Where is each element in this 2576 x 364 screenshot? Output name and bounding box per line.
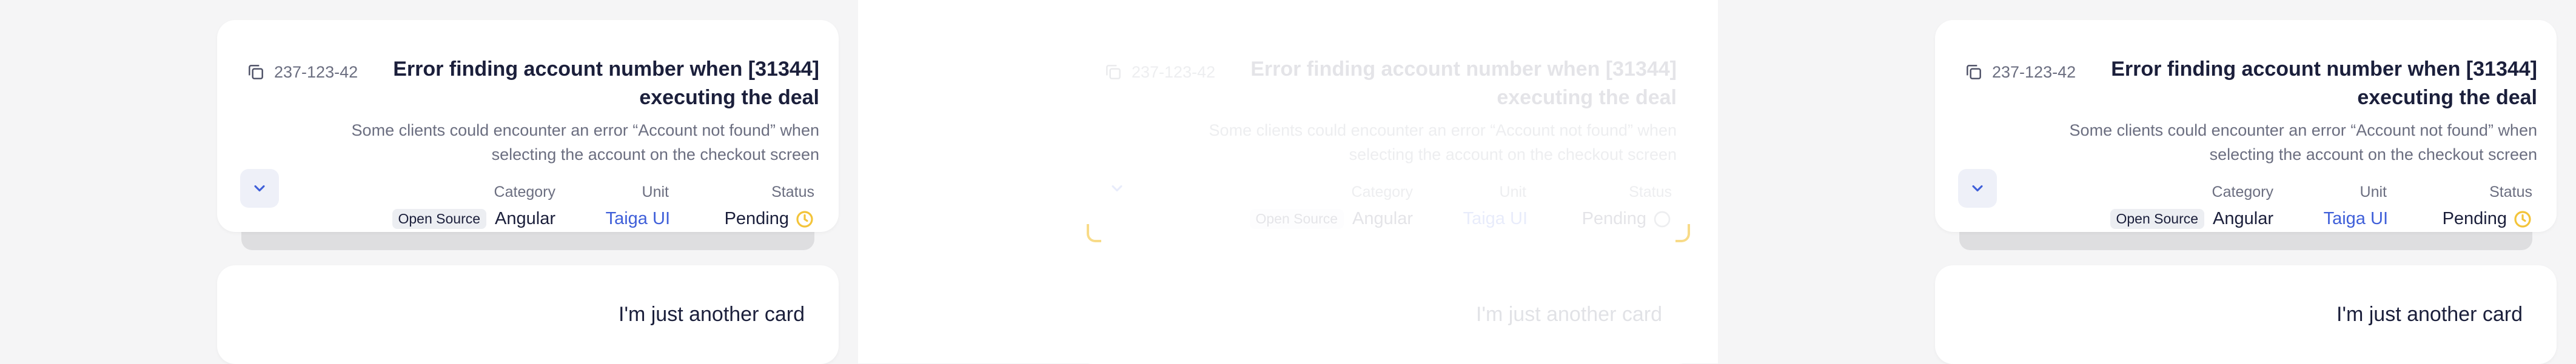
- status-value: Pending: [725, 209, 814, 229]
- issue-description: Some clients could encounter an error “A…: [2069, 121, 2537, 164]
- category-label: Category: [1351, 184, 1413, 200]
- card-stack: 237-123-42 Error finding account number …: [217, 20, 839, 364]
- issue-title: Error finding account number when [31344…: [1250, 58, 1677, 109]
- category-text: Angular: [2213, 209, 2273, 228]
- category-text: Angular: [1352, 209, 1413, 228]
- clock-icon: [2514, 210, 2531, 228]
- copy-id[interactable]: 237-123-42: [246, 62, 358, 82]
- status-text: Pending: [2442, 209, 2507, 228]
- unit-label: Unit: [1499, 184, 1526, 200]
- unit-label: Unit: [642, 184, 669, 200]
- expand-button[interactable]: [240, 169, 279, 208]
- category-label: Category: [2212, 184, 2273, 200]
- copy-id[interactable]: 237-123-42: [1964, 62, 2076, 82]
- copy-icon[interactable]: [1964, 62, 1984, 82]
- expand-button[interactable]: [1958, 169, 1997, 208]
- copy-icon[interactable]: [246, 62, 266, 82]
- status-label: Status: [2489, 184, 2532, 200]
- expand-button: [1098, 169, 1136, 208]
- another-card[interactable]: I'm just another card: [217, 265, 839, 364]
- issue-card-faded: 237-123-42 Error finding account number …: [1075, 20, 1696, 232]
- another-card-text: I'm just another card: [619, 303, 805, 326]
- panel-right: 237-123-42 Error finding account number …: [1718, 0, 2576, 364]
- chevron-down-icon: [1112, 185, 1122, 192]
- category-tag: Open Source: [392, 209, 487, 229]
- issue-card[interactable]: 237-123-42 Error finding account number …: [1935, 20, 2557, 232]
- unit-link[interactable]: Taiga UI: [606, 209, 670, 229]
- status-text: Pending: [1581, 209, 1646, 228]
- status-text: Pending: [724, 209, 789, 228]
- issue-title: Error finding account number when [31344…: [2111, 58, 2537, 109]
- issue-code: 237-123-42: [1132, 62, 1216, 81]
- card-expand-shadow: [1959, 232, 2532, 250]
- category-value: Open Source Angular: [2110, 209, 2273, 229]
- loading-corner-left: [1087, 224, 1101, 242]
- chevron-down-icon: [1972, 185, 1983, 192]
- loading-corner-right: [1675, 224, 1690, 242]
- another-card[interactable]: I'm just another card: [1935, 265, 2557, 364]
- panel-middle: 237-123-42 Error finding account number …: [858, 0, 1718, 364]
- category-value: Open Source Angular: [1249, 209, 1413, 229]
- status-label: Status: [771, 184, 814, 200]
- issue-code: 237-123-42: [274, 62, 358, 81]
- unit-label: Unit: [2360, 184, 2387, 200]
- clock-icon: [796, 210, 813, 228]
- card-stack: 237-123-42 Error finding account number …: [1935, 20, 2557, 364]
- unit-link[interactable]: Taiga UI: [2324, 209, 2388, 229]
- issue-code: 237-123-42: [1992, 62, 2076, 81]
- clock-icon: [1654, 211, 1671, 227]
- category-tag: Open Source: [2110, 209, 2205, 229]
- category-text: Angular: [495, 209, 555, 228]
- chevron-down-icon: [254, 185, 265, 192]
- unit-link: Taiga UI: [1463, 209, 1528, 228]
- another-card-text: I'm just another card: [1476, 303, 1662, 326]
- issue-card[interactable]: 237-123-42 Error finding account number …: [217, 20, 839, 232]
- category-tag: Open Source: [1249, 209, 1344, 229]
- status-value: Pending: [2443, 209, 2532, 229]
- category-label: Category: [494, 184, 555, 200]
- status-value: Pending: [1582, 209, 1672, 229]
- panel-left: 237-123-42 Error finding account number …: [0, 0, 858, 364]
- issue-title: Error finding account number when [31344…: [393, 58, 819, 109]
- card-expand-shadow: [241, 232, 814, 250]
- status-label: Status: [1629, 184, 1672, 200]
- card-stack-faded: 237-123-42 Error finding account number …: [1075, 20, 1696, 364]
- copy-icon: [1106, 65, 1121, 79]
- another-card-faded: I'm just another card: [1075, 265, 1696, 364]
- issue-description: Some clients could encounter an error “A…: [351, 121, 819, 164]
- category-value: Open Source Angular: [392, 209, 555, 229]
- issue-description: Some clients could encounter an error “A…: [1209, 121, 1677, 164]
- copy-id-faded: 237-123-42: [1104, 62, 1215, 82]
- another-card-text: I'm just another card: [2336, 303, 2523, 326]
